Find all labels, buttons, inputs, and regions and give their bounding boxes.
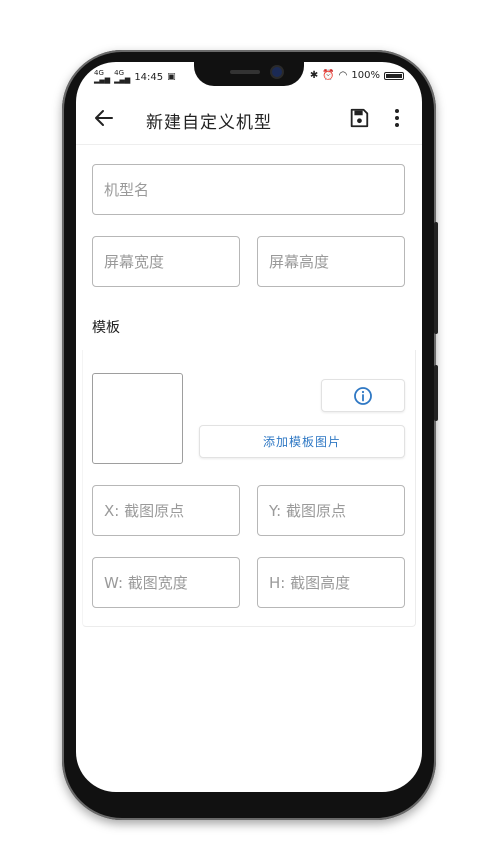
model-name-field[interactable]: [92, 164, 405, 215]
screen-height-field[interactable]: [257, 236, 405, 287]
network-type-1: 4G: [94, 69, 104, 77]
crop-w-input[interactable]: [104, 573, 239, 592]
add-template-image-button[interactable]: 添加模板图片: [199, 425, 405, 458]
signal-2: 4G ▂▄▆: [114, 69, 131, 84]
crop-y-field[interactable]: [257, 485, 405, 536]
crop-x-field[interactable]: [92, 485, 240, 536]
crop-x-input[interactable]: [104, 501, 239, 520]
battery-icon: [384, 71, 404, 80]
crop-h-input[interactable]: [269, 573, 404, 592]
status-time: 14:45: [134, 71, 164, 83]
network-type-2: 4G: [114, 69, 125, 77]
status-bar-right: ✱ ⏰ ◠ 100%: [310, 70, 404, 81]
arrow-left-icon[interactable]: [92, 106, 116, 130]
page-title: 新建自定义机型: [146, 113, 272, 133]
crop-w-field[interactable]: [92, 557, 240, 608]
template-section-label: 模板: [92, 320, 120, 336]
phone-screen: 4G▂▄▆ 4G▂▄▆ 14:45 ▣ ✱ ⏰ ◠ 100% 新建自定义机型: [76, 62, 422, 792]
alarm-icon: ⏰: [322, 70, 335, 81]
signal-1: 4G ▂▄▆: [94, 69, 111, 84]
crop-h-field[interactable]: [257, 557, 405, 608]
front-camera: [272, 67, 282, 77]
screen-width-field[interactable]: [92, 236, 240, 287]
power-button: [434, 222, 438, 334]
status-bar-left: 4G ▂▄▆ 4G ▂▄▆ 14:45 ▣: [94, 70, 176, 84]
template-image-preview[interactable]: [92, 373, 183, 464]
more-vert-icon[interactable]: [390, 107, 404, 129]
device-mockup: 4G▂▄▆ 4G▂▄▆ 14:45 ▣ ✱ ⏰ ◠ 100% 新建自定义机型: [0, 0, 499, 868]
model-name-input[interactable]: [104, 180, 404, 199]
notch: [194, 62, 304, 86]
app-bar: 新建自定义机型: [76, 98, 422, 145]
bluetooth-icon: ✱: [309, 70, 319, 81]
floppy-disk-icon[interactable]: [348, 107, 370, 129]
wifi-icon: ◠: [338, 70, 348, 81]
battery-level: 100%: [351, 70, 380, 81]
volume-button: [434, 365, 438, 421]
screen-height-input[interactable]: [269, 252, 404, 271]
screen-width-input[interactable]: [104, 252, 239, 271]
crop-y-input[interactable]: [269, 501, 404, 520]
sim-icon: ▣: [167, 72, 176, 82]
speaker-grille: [230, 70, 260, 74]
info-button[interactable]: [321, 379, 405, 412]
info-circle-icon: [354, 386, 372, 405]
